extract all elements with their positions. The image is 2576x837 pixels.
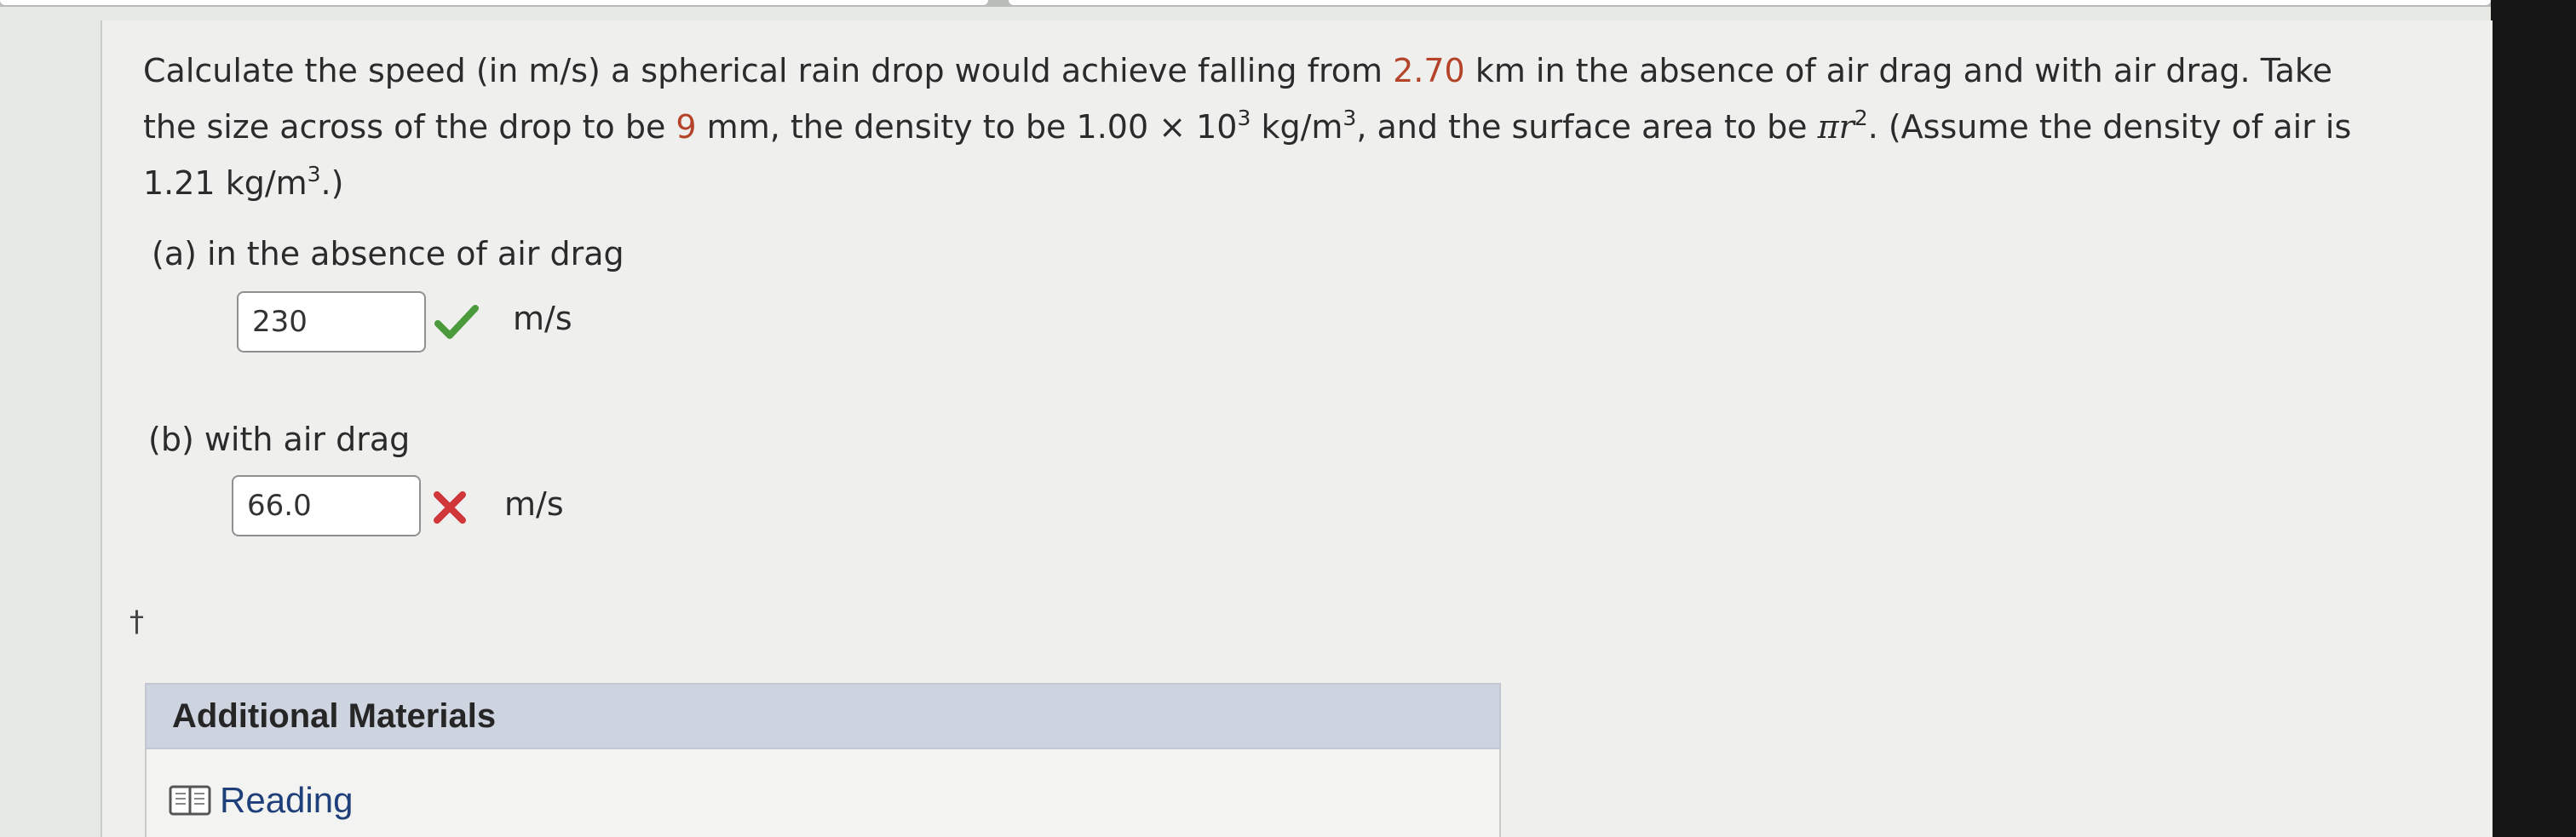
question-text: Calculate the speed (in m/s) a spherical…: [143, 52, 2352, 202]
x-mark-icon: [434, 491, 466, 524]
part-b-answer-input[interactable]: 66.0: [232, 475, 421, 536]
dagger-mark: †: [129, 605, 144, 639]
reading-link[interactable]: Reading: [169, 780, 353, 821]
height-value: 2.70: [1393, 52, 1465, 89]
part-b-label: (b) with air drag: [148, 421, 411, 458]
top-tab-left: [0, 0, 988, 5]
additional-materials-header: Additional Materials: [145, 683, 1501, 749]
part-a-label: (a) in the absence of air drag: [152, 235, 624, 272]
screen-edge: [2491, 0, 2576, 837]
book-icon: [169, 785, 211, 816]
browser-top-bar: [0, 0, 2491, 7]
part-a-answer-input[interactable]: 230: [237, 291, 426, 353]
size-value: 9: [676, 108, 697, 146]
reading-label: Reading: [220, 780, 354, 820]
pi-r: πr: [1817, 108, 1854, 146]
checkmark-icon: [434, 305, 479, 339]
top-tab-right: [1009, 0, 2491, 5]
part-a-unit: m/s: [513, 300, 572, 337]
part-b-unit: m/s: [504, 485, 564, 523]
